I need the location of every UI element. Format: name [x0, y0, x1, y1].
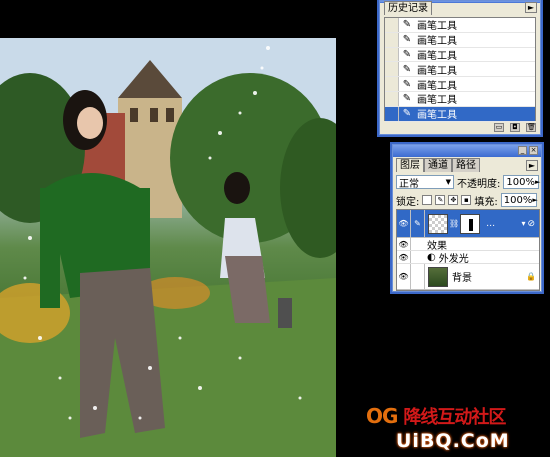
- snapshot-source-box[interactable]: [385, 62, 399, 77]
- lock-label: 锁定:: [396, 196, 420, 208]
- lock-position-icon[interactable]: ✥: [448, 195, 459, 205]
- snapshot-source-box[interactable]: [385, 77, 399, 91]
- snapshot-source-box[interactable]: [385, 47, 399, 62]
- history-item-label: 画笔工具: [417, 21, 457, 33]
- blend-mode-select[interactable]: 正常 ▼: [396, 175, 454, 190]
- tab-history[interactable]: 历史记录: [384, 1, 432, 15]
- brush-icon: ✎: [402, 48, 412, 60]
- history-footer: ▭ ◘ 🗑: [384, 123, 536, 134]
- history-item-label: 画笔工具: [417, 65, 457, 77]
- eye-icon[interactable]: 👁: [397, 238, 411, 250]
- tab-channels[interactable]: 通道: [424, 158, 452, 172]
- new-snapshot-icon[interactable]: ◘: [510, 123, 520, 132]
- brush-icon: ✎: [411, 210, 425, 237]
- photo-illustration: [0, 38, 336, 457]
- watermark-url: UiBQ.CoM: [396, 430, 510, 452]
- minimize-icon[interactable]: _: [518, 146, 527, 155]
- history-list: ✎ 画笔工具 ✎ 画笔工具 ✎ 画笔工具 ✎ 画笔工具 ✎ 画笔工具 ✎ 画笔工…: [384, 17, 536, 122]
- tab-layers[interactable]: 图层: [396, 158, 424, 172]
- new-document-from-state-icon[interactable]: ▭: [494, 123, 504, 132]
- watermark-chinese: 降线互动社区: [403, 407, 506, 428]
- brush-icon: ✎: [402, 63, 412, 75]
- effect-outer-glow-row[interactable]: 👁 ◐ 外发光: [397, 251, 539, 265]
- history-item-label: 画笔工具: [417, 51, 457, 62]
- expand-effects-icon[interactable]: ▾: [521, 219, 525, 228]
- layers-list: 👁 ✎ ⛓ … ▾ ⊘ 👁 效果 👁 ◐ 外发光 👁 背景 🔒: [396, 209, 540, 291]
- history-item[interactable]: ✎ 画笔工具: [385, 47, 535, 63]
- eye-icon[interactable]: 👁: [397, 210, 411, 237]
- layers-palette: _ × 图层 通道 路径 ► 正常 ▼ 不透明度: 100% ► 锁定: ✎ ✥ ▪…: [392, 144, 542, 292]
- tab-paths[interactable]: 路径: [452, 158, 480, 172]
- chevron-down-icon: ▼: [445, 178, 451, 186]
- brush-icon: ✎: [402, 108, 412, 120]
- ellipsis-icon: …: [486, 218, 496, 229]
- history-item-label: 画笔工具: [417, 80, 457, 92]
- chevron-right-icon: ►: [534, 178, 541, 186]
- watermark-brand: OG 降线互动社区: [366, 403, 506, 429]
- palette-title-bar[interactable]: _ ×: [393, 145, 541, 157]
- layers-tabs: 图层 通道 路径: [396, 158, 480, 172]
- history-item[interactable]: ✎ 画笔工具: [385, 91, 535, 107]
- link-slot: [411, 264, 425, 289]
- fill-field[interactable]: 100% ►: [500, 193, 538, 207]
- history-item-label: 画笔工具: [417, 110, 457, 122]
- brush-icon: ✎: [402, 93, 412, 105]
- opacity-label: 不透明度:: [457, 178, 501, 190]
- chevron-right-icon: ►: [532, 196, 538, 204]
- layer-thumbnail: [428, 213, 448, 234]
- snapshot-source-box[interactable]: [385, 32, 399, 47]
- snapshot-source-box[interactable]: [385, 106, 399, 121]
- effect-label: 外发光: [438, 253, 469, 265]
- brush-icon: ✎: [402, 34, 412, 46]
- palette-menu-button[interactable]: ►: [525, 2, 537, 13]
- lock-fill-row: 锁定: ✎ ✥ ▪ 填充: 100% ►: [396, 192, 540, 208]
- eye-icon[interactable]: 👁: [397, 264, 411, 289]
- blend-opacity-row: 正常 ▼ 不透明度: 100% ►: [396, 174, 540, 190]
- layer-thumbnail: [428, 266, 448, 287]
- history-item[interactable]: ✎ 画笔工具: [385, 77, 535, 92]
- history-palette: 历史记录 ► ✎ 画笔工具 ✎ 画笔工具 ✎ 画笔工具 ✎ 画笔工具 ✎ 画笔工…: [379, 0, 541, 135]
- history-item[interactable]: ✎ 画笔工具: [385, 62, 535, 78]
- fill-label: 填充:: [474, 196, 498, 208]
- history-tabs: 历史记录: [384, 1, 432, 15]
- brush-icon: ✎: [402, 78, 412, 90]
- lock-image-icon[interactable]: ✎: [435, 195, 446, 205]
- opacity-value: 100%: [506, 176, 535, 188]
- fill-value: 100%: [503, 194, 533, 206]
- lock-all-icon[interactable]: ▪: [461, 195, 472, 205]
- fx-icon[interactable]: ⊘: [527, 219, 535, 229]
- watermark-latin: OG: [366, 404, 398, 428]
- close-icon[interactable]: ×: [529, 146, 538, 155]
- brush-icon: ✎: [402, 19, 412, 31]
- history-item-selected[interactable]: ✎ 画笔工具: [385, 106, 535, 122]
- delete-state-icon[interactable]: 🗑: [526, 123, 536, 132]
- history-item-label: 画笔工具: [417, 95, 457, 107]
- layer-row-selected[interactable]: 👁 ✎ ⛓ … ▾ ⊘: [397, 210, 539, 238]
- snapshot-source-box[interactable]: [385, 91, 399, 106]
- document-canvas[interactable]: [0, 38, 336, 457]
- blend-mode-value: 正常: [399, 178, 419, 190]
- background-layer-row[interactable]: 👁 背景 🔒: [397, 264, 539, 290]
- layer-name: 背景: [452, 273, 472, 284]
- layer-mask-thumbnail[interactable]: [460, 213, 481, 234]
- lock-transparent-icon[interactable]: [422, 195, 433, 205]
- chain-icon[interactable]: ⛓: [449, 219, 459, 228]
- snapshot-source-box[interactable]: [385, 18, 399, 32]
- history-item-label: 画笔工具: [417, 36, 457, 48]
- eye-icon[interactable]: 👁: [397, 251, 411, 263]
- opacity-field[interactable]: 100% ►: [503, 175, 541, 189]
- history-item[interactable]: ✎ 画笔工具: [385, 18, 535, 33]
- palette-menu-button[interactable]: ►: [526, 160, 538, 171]
- history-item[interactable]: ✎ 画笔工具: [385, 32, 535, 48]
- lock-icon: 🔒: [526, 272, 536, 281]
- effect-icon: ◐: [427, 251, 436, 263]
